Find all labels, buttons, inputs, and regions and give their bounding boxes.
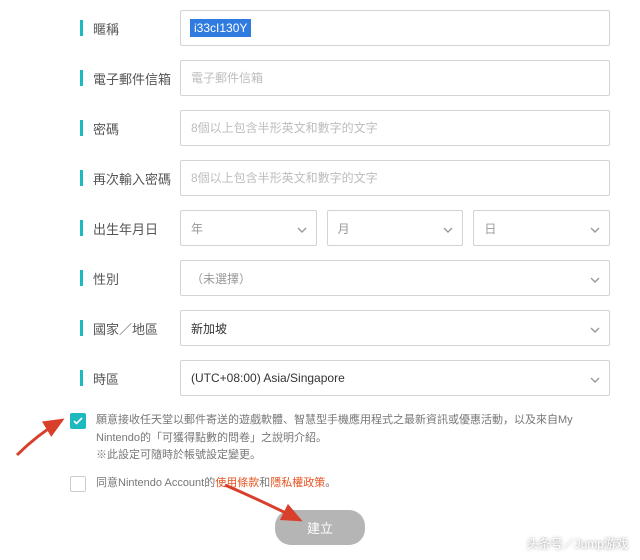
label-timezone: 時區 xyxy=(93,369,119,388)
label-email: 電子郵件信箱 xyxy=(93,69,171,88)
label-nickname: 暱稱 xyxy=(93,19,119,38)
consent-section: 願意接收任天堂以郵件寄送的遊戲軟體、智慧型手機應用程式之最新資訊或優惠活動，以及… xyxy=(70,412,610,492)
annotation-arrow-icon xyxy=(12,410,72,460)
day-select[interactable] xyxy=(473,210,610,246)
row-nickname: 暱稱 i33cI130Y xyxy=(30,10,610,46)
password-field[interactable] xyxy=(180,110,610,146)
year-select[interactable] xyxy=(180,210,317,246)
watermark-text: 头条号／Jump游戏 xyxy=(527,535,628,552)
timezone-select[interactable] xyxy=(180,360,610,396)
submit-button[interactable]: 建立 xyxy=(275,510,365,545)
consent-terms-and: 和 xyxy=(259,477,270,489)
nickname-value: i33cI130Y xyxy=(190,19,251,37)
row-gender: 性別 xyxy=(30,260,610,296)
country-select[interactable] xyxy=(180,310,610,346)
row-timezone: 時區 xyxy=(30,360,610,396)
terms-link[interactable]: 使用條款 xyxy=(215,477,259,489)
row-country: 國家／地區 xyxy=(30,310,610,346)
consent-marketing-checkbox[interactable] xyxy=(70,413,86,429)
consent-terms-checkbox[interactable] xyxy=(70,476,86,492)
row-password-confirm: 再次輸入密碼 xyxy=(30,160,610,196)
consent-marketing-text: 願意接收任天堂以郵件寄送的遊戲軟體、智慧型手機應用程式之最新資訊或優惠活動，以及… xyxy=(96,414,573,444)
email-field[interactable] xyxy=(180,60,610,96)
consent-terms-prefix: 同意Nintendo Account的 xyxy=(96,477,215,489)
consent-terms-row: 同意Nintendo Account的使用條款和隱私權政策。 xyxy=(70,475,610,493)
check-icon xyxy=(73,417,83,425)
month-select[interactable] xyxy=(327,210,464,246)
label-bar xyxy=(80,20,83,36)
row-password: 密碼 xyxy=(30,110,610,146)
label-country: 國家／地區 xyxy=(93,319,158,338)
label-password-confirm: 再次輸入密碼 xyxy=(93,169,171,188)
label-password: 密碼 xyxy=(93,119,119,138)
label-birthdate: 出生年月日 xyxy=(93,219,158,238)
consent-marketing-row: 願意接收任天堂以郵件寄送的遊戲軟體、智慧型手機應用程式之最新資訊或優惠活動，以及… xyxy=(70,412,610,465)
label-gender: 性別 xyxy=(93,269,119,288)
privacy-link[interactable]: 隱私權政策 xyxy=(270,477,325,489)
password-confirm-field[interactable] xyxy=(180,160,610,196)
account-form: 暱稱 i33cI130Y 電子郵件信箱 密碼 再次輸入密碼 xyxy=(0,0,640,396)
consent-terms-suffix: 。 xyxy=(325,477,336,489)
nickname-input[interactable]: i33cI130Y xyxy=(180,10,610,46)
row-email: 電子郵件信箱 xyxy=(30,60,610,96)
gender-select[interactable] xyxy=(180,260,610,296)
row-birthdate: 出生年月日 xyxy=(30,210,610,246)
consent-marketing-note: ※此設定可隨時於帳號設定變更。 xyxy=(96,449,261,461)
